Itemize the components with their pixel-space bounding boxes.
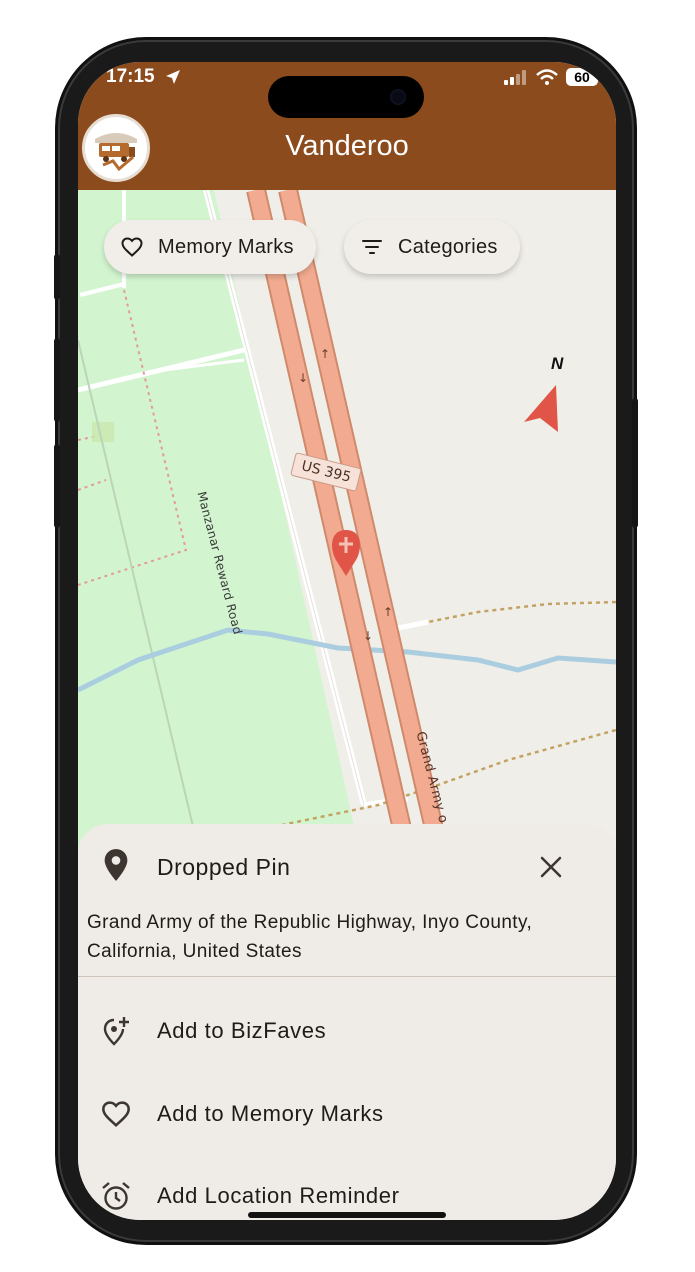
filter-icon (362, 240, 382, 254)
phone-volume-down (54, 444, 60, 528)
memory-marks-chip[interactable]: Memory Marks (104, 220, 316, 274)
status-time: 17:15 (106, 66, 155, 87)
add-to-memory-marks-button[interactable]: Add to Memory Marks (78, 1084, 616, 1144)
close-icon[interactable] (538, 854, 564, 880)
app-header: 17:15 60 Vanderoo (78, 62, 616, 190)
phone-volume-up (54, 338, 60, 422)
svg-text:↓: ↓ (298, 371, 308, 385)
location-arrow-icon (166, 70, 180, 84)
heart-icon (102, 1101, 130, 1128)
signal-icon (504, 70, 526, 85)
front-camera (390, 89, 406, 105)
heart-icon (121, 237, 143, 257)
add-to-bizfaves-button[interactable]: Add to BizFaves (78, 1001, 616, 1061)
svg-text:↑: ↑ (383, 605, 393, 619)
add-location-icon (103, 1017, 129, 1046)
status-indicators: 60 (504, 68, 598, 86)
sheet-divider (78, 976, 616, 977)
phone-power-button (632, 398, 638, 528)
map-view[interactable]: ↓ ↑ ↓ ↑ Manzanar Reward Road US 395 Gran… (78, 190, 616, 890)
dropped-pin-sheet: Dropped Pin Grand Army of the Republic H… (78, 824, 616, 1220)
add-to-memory-marks-label: Add to Memory Marks (157, 1101, 384, 1126)
place-pin-icon (104, 849, 128, 881)
dropped-pin-marker[interactable] (328, 526, 364, 580)
compass-button[interactable] (518, 350, 568, 436)
screen: ↓ ↑ ↓ ↑ Manzanar Reward Road US 395 Gran… (78, 62, 616, 1220)
memory-marks-chip-label: Memory Marks (158, 235, 294, 258)
alarm-icon (102, 1182, 130, 1210)
app-title: Vanderoo (285, 130, 409, 162)
dynamic-island (268, 76, 424, 118)
sheet-address: Grand Army of the Republic Highway, Inyo… (87, 912, 533, 962)
categories-chip-label: Categories (398, 235, 498, 258)
add-location-reminder-label: Add Location Reminder (157, 1183, 400, 1208)
sheet-title: Dropped Pin (157, 854, 291, 880)
add-to-bizfaves-label: Add to BizFaves (157, 1018, 327, 1043)
home-indicator[interactable] (248, 1212, 446, 1218)
svg-text:↑: ↑ (320, 347, 330, 361)
battery-indicator: 60 (566, 68, 598, 86)
svg-text:↓: ↓ (363, 629, 373, 643)
categories-chip[interactable]: Categories (344, 220, 520, 274)
phone-action-button (54, 254, 60, 300)
wifi-icon (536, 69, 558, 85)
